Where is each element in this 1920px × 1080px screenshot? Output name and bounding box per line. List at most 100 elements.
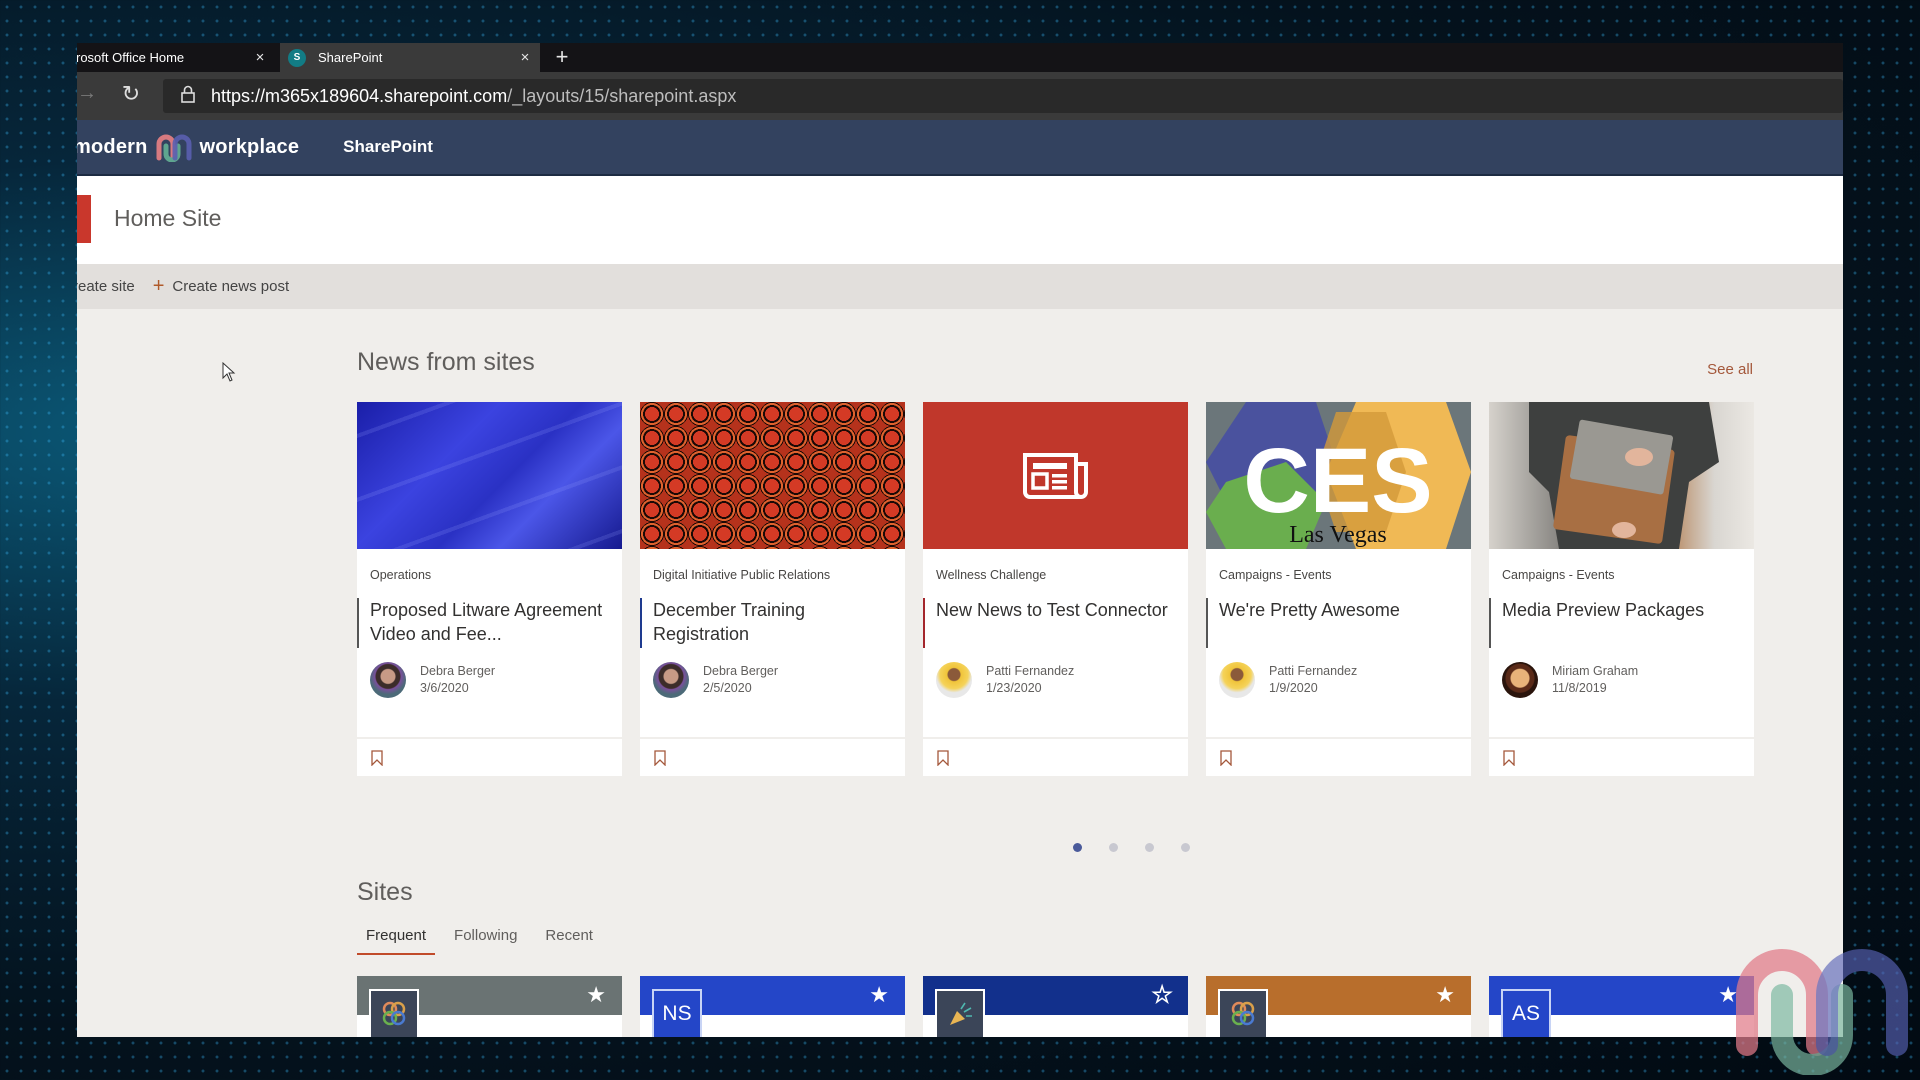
post-date: 3/6/2020	[420, 681, 469, 695]
news-card-headline[interactable]: Media Preview Packages	[1489, 598, 1742, 648]
lock-icon	[173, 85, 203, 108]
command-bar: reate site + Create news post	[77, 264, 1843, 309]
app-name-link[interactable]: SharePoint	[343, 137, 433, 157]
follow-star-icon[interactable]: ★	[586, 982, 606, 1008]
ces-subtitle: Las Vegas	[1289, 522, 1387, 548]
plus-icon: +	[152, 275, 165, 297]
site-card[interactable]: ★	[357, 976, 622, 1037]
site-card[interactable]: AS ★	[1489, 976, 1754, 1037]
carousel-pagination	[1073, 843, 1190, 852]
news-section-title: News from sites	[357, 348, 535, 376]
bookmark-icon[interactable]	[1503, 749, 1515, 766]
bookmark-icon[interactable]	[371, 749, 383, 766]
follow-star-icon[interactable]: ★	[869, 982, 889, 1008]
new-tab-button[interactable]: +	[547, 43, 577, 72]
browser-window: rosoft Office Home × S SharePoint × + → …	[77, 43, 1843, 1037]
bookmark-icon[interactable]	[654, 749, 666, 766]
site-card-banner: ★	[357, 976, 622, 1037]
site-card[interactable]: NS ★	[640, 976, 905, 1037]
news-card[interactable]: Digital Initiative Public Relations Dece…	[640, 402, 905, 776]
news-card-image	[357, 402, 622, 549]
tab-title: rosoft Office Home	[77, 50, 185, 65]
megaphone-icon	[950, 1002, 972, 1025]
create-site-button[interactable]: reate site	[77, 278, 135, 295]
bookmark-icon[interactable]	[937, 749, 949, 766]
avatar	[936, 662, 972, 698]
site-card[interactable]: ★	[1206, 976, 1471, 1037]
close-icon[interactable]: ×	[245, 49, 275, 66]
news-card-site[interactable]: Wellness Challenge	[936, 568, 1176, 586]
address-bar: → ↻ https://m365x189604.sharepoint.com/_…	[77, 72, 1843, 120]
avatar	[370, 662, 406, 698]
news-card[interactable]: Wellness Challenge New News to Test Conn…	[923, 402, 1188, 776]
brand-text-right: workplace	[199, 135, 300, 158]
avatar	[653, 662, 689, 698]
brand-text-left: modern	[77, 135, 148, 158]
news-card-headline[interactable]: We're Pretty Awesome	[1206, 598, 1459, 648]
url-input[interactable]: https://m365x189604.sharepoint.com/_layo…	[163, 79, 1843, 113]
news-card-image	[923, 402, 1188, 549]
follow-star-icon[interactable]: ★	[1435, 982, 1455, 1008]
ces-title: CES	[1243, 430, 1432, 532]
tab-title: SharePoint	[318, 50, 383, 65]
news-card-author: Patti Fernandez 1/9/2020	[1219, 662, 1459, 698]
site-logo[interactable]	[77, 195, 91, 243]
bookmark-icon[interactable]	[1220, 749, 1232, 766]
carousel-dot[interactable]	[1145, 843, 1154, 852]
author-name: Debra Berger	[703, 664, 779, 678]
carousel-dot[interactable]	[1073, 843, 1082, 852]
news-card-author: Debra Berger 3/6/2020	[370, 662, 610, 698]
ces-logo-image: CES Las Vegas	[1206, 402, 1471, 549]
news-card[interactable]: Operations Proposed Litware Agreement Vi…	[357, 402, 622, 776]
avatar	[1502, 662, 1538, 698]
knot-icon	[1231, 1001, 1255, 1026]
post-date: 11/8/2019	[1552, 681, 1607, 695]
news-card-image: CES Las Vegas	[1206, 402, 1471, 549]
tab-frequent[interactable]: Frequent	[357, 921, 436, 955]
tab-recent[interactable]: Recent	[536, 921, 602, 955]
create-news-post-button[interactable]: + Create news post	[135, 275, 289, 298]
news-card-author: Miriam Graham 11/8/2019	[1502, 662, 1742, 698]
knot-icon	[382, 1001, 406, 1026]
site-title[interactable]: Home Site	[114, 205, 221, 232]
site-card-list: ★ NS ★ ★ ★ AS ★	[357, 976, 1754, 1037]
site-card-banner: NS ★	[640, 976, 905, 1037]
modern-workplace-logo-icon	[156, 134, 192, 162]
watermark-logo-icon	[1736, 949, 1908, 1075]
site-card[interactable]: ★	[923, 976, 1188, 1037]
brand-logo[interactable]: modern workplace	[77, 132, 299, 162]
site-logo	[369, 989, 419, 1037]
follow-star-outline-icon[interactable]: ★	[1152, 981, 1173, 1008]
tab-strip: rosoft Office Home × S SharePoint × +	[77, 43, 1843, 72]
carousel-dot[interactable]	[1109, 843, 1118, 852]
news-card-headline[interactable]: New News to Test Connector	[923, 598, 1176, 648]
tab-sharepoint[interactable]: S SharePoint ×	[280, 43, 540, 72]
news-card-headline[interactable]: December Training Registration	[640, 598, 893, 648]
url-path: /_layouts/15/sharepoint.aspx	[507, 85, 737, 106]
author-name: Patti Fernandez	[1269, 664, 1358, 678]
create-news-post-label: Create news post	[172, 278, 290, 295]
site-card-banner: ★	[923, 976, 1188, 1037]
news-card-site[interactable]: Digital Initiative Public Relations	[653, 568, 893, 586]
reload-icon[interactable]: ↻	[117, 81, 145, 109]
news-card[interactable]: Campaigns - Events Media Preview Package…	[1489, 402, 1754, 776]
news-card-site[interactable]: Campaigns - Events	[1219, 568, 1459, 586]
news-card-image	[1489, 402, 1754, 549]
author-name: Debra Berger	[420, 664, 496, 678]
tab-office-home[interactable]: rosoft Office Home ×	[77, 43, 275, 72]
forward-icon[interactable]: →	[77, 82, 97, 105]
news-card-headline[interactable]: Proposed Litware Agreement Video and Fee…	[357, 598, 610, 648]
news-card-site[interactable]: Campaigns - Events	[1502, 568, 1742, 586]
news-card[interactable]: CES Las Vegas Campaigns - Events We're P…	[1206, 402, 1471, 776]
photo-person-laptop-image	[1529, 402, 1719, 549]
tab-following[interactable]: Following	[445, 921, 526, 955]
see-all-link[interactable]: See all	[1707, 361, 1753, 378]
suite-bar: modern workplace SharePoint	[77, 120, 1843, 176]
site-card-banner: AS ★	[1489, 976, 1754, 1037]
site-header: Home Site	[77, 176, 1843, 264]
close-icon[interactable]: ×	[510, 49, 540, 66]
mouse-cursor-icon	[222, 362, 236, 382]
news-card-site[interactable]: Operations	[370, 568, 610, 586]
post-date: 1/23/2020	[986, 681, 1042, 695]
carousel-dot[interactable]	[1181, 843, 1190, 852]
